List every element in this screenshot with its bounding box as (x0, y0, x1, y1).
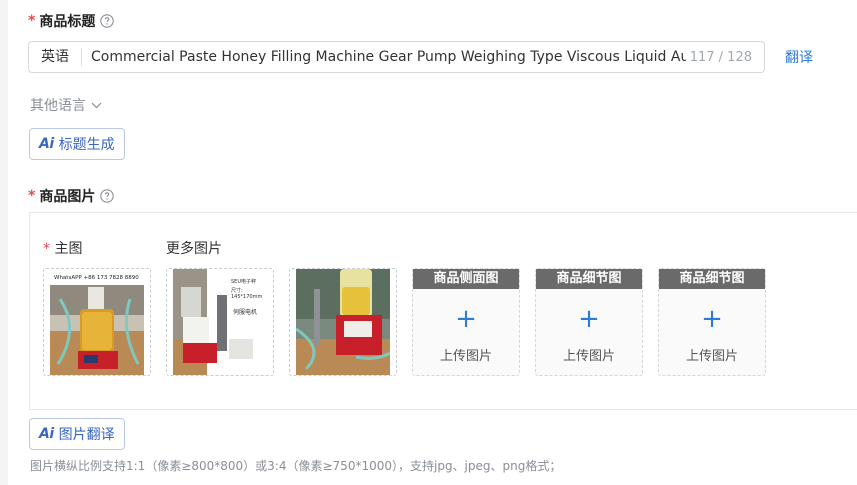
honey-jar-machine-photo (296, 269, 390, 375)
more-images-caption: 更多图片 (166, 241, 222, 257)
generate-title-button[interactable]: Ai 标题生成 (29, 128, 125, 160)
other-languages-toggle[interactable]: 其他语言 (30, 95, 102, 115)
char-count: 117 / 128 (689, 49, 752, 65)
plus-icon: + (455, 304, 477, 334)
image-translate-button[interactable]: Ai 图片翻译 (29, 418, 125, 450)
upload-label: 上传图片 (439, 349, 492, 364)
help-icon[interactable] (100, 14, 115, 28)
slot-title: 商品细节图 (536, 269, 642, 289)
photo-annotation-2: 尺寸: (231, 287, 243, 294)
required-mark: * (28, 13, 36, 29)
plus-icon: + (701, 304, 723, 334)
upload-slot-side[interactable]: 商品侧面图 + 上传图片 (412, 268, 520, 376)
language-selector[interactable]: 英语 (29, 48, 82, 66)
photo-annotation-1: SEU电子秤 (231, 278, 256, 285)
generate-title-label: 标题生成 (58, 137, 115, 153)
image-translate-label: 图片翻译 (58, 427, 115, 443)
slot-title: 商品细节图 (659, 269, 765, 289)
plus-icon: + (578, 304, 600, 334)
upload-slot-detail-2[interactable]: 商品细节图 + 上传图片 (658, 268, 766, 376)
watermark-text: WhatsAPP +86 173 7828 8890 (54, 275, 139, 281)
more-image-thumbnail-2[interactable] (289, 268, 397, 376)
main-image-label: 主图 (54, 241, 83, 257)
upload-slot-detail-1[interactable]: 商品细节图 + 上传图片 (535, 268, 643, 376)
honey-machine-photo: WhatsAPP +86 173 7828 8890 (50, 269, 144, 375)
other-languages-label: 其他语言 (30, 98, 86, 114)
title-label-text: 商品标题 (39, 14, 96, 30)
ai-icon: Ai (39, 136, 54, 152)
photo-annotation-4: 伺服电机 (233, 308, 257, 316)
slot-title: 商品侧面图 (413, 269, 519, 289)
image-format-hint: 图片横纵比例支持1:1（像素≥800*800）或3:4（像素≥750*1000）… (30, 459, 562, 473)
main-image-thumbnail[interactable]: WhatsAPP +86 173 7828 8890 (43, 268, 151, 376)
ai-icon: Ai (39, 426, 54, 442)
title-input-value[interactable]: Commercial Paste Honey Filling Machine G… (82, 49, 686, 65)
upload-label: 上传图片 (685, 349, 738, 364)
required-mark: * (43, 241, 50, 257)
photo-annotation-3: 145*170mm (231, 294, 262, 300)
title-input-field[interactable]: 英语 Commercial Paste Honey Filling Machin… (28, 41, 765, 73)
translate-link[interactable]: 翻译 (785, 47, 813, 67)
image-label-text: 商品图片 (39, 189, 96, 205)
main-image-caption: * 主图 (43, 238, 82, 258)
upload-label: 上传图片 (562, 349, 615, 364)
weighing-machine-photo: SEU电子秤 尺寸: 145*170mm 伺服电机 (173, 269, 267, 375)
help-icon[interactable] (100, 189, 115, 203)
title-section-label: * 商品标题 (28, 11, 115, 31)
more-image-thumbnail-1[interactable]: SEU电子秤 尺寸: 145*170mm 伺服电机 (166, 268, 274, 376)
left-gutter (0, 0, 8, 485)
chevron-down-icon (91, 102, 102, 108)
image-section-label: * 商品图片 (28, 186, 115, 206)
required-mark: * (28, 188, 36, 204)
